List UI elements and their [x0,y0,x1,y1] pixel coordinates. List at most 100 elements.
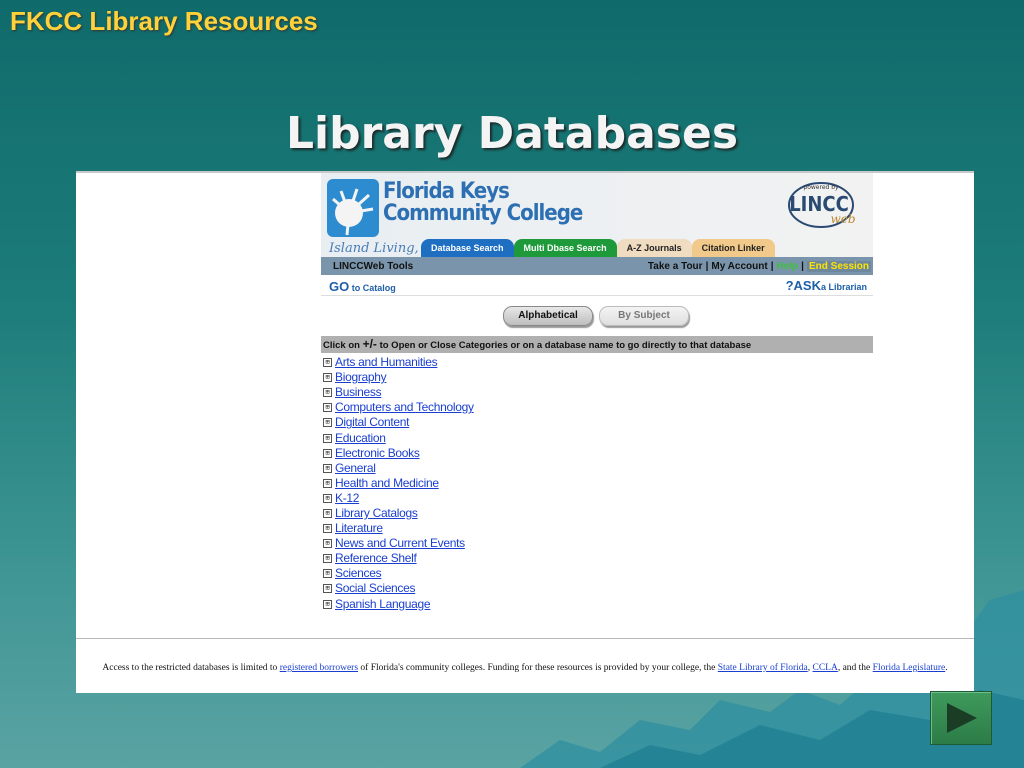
list-item: ⊞ Library Catalogs [323,506,873,521]
footer-part: of Florida's community colleges. Funding… [358,663,718,673]
category-link[interactable]: Literature [335,521,383,536]
slide-title: Library Databases [285,108,739,159]
list-item: ⊞ Business [323,385,873,400]
footer-part: . [945,663,948,673]
site-subbar: GO to Catalog ?ASKa Librarian [321,275,873,296]
category-link[interactable]: General [335,461,376,476]
mode-buttons: Alphabetical By Subject [321,296,873,336]
expand-icon[interactable]: ⊞ [323,358,332,368]
footer-text: Access to the restricted databases is li… [76,663,974,673]
next-slide-button[interactable] [930,691,992,745]
registered-borrowers-link[interactable]: registered borrowers [280,663,358,673]
category-link[interactable]: Library Catalogs [335,506,418,521]
category-link[interactable]: Education [335,431,386,446]
list-item: ⊞ Health and Medicine [323,476,873,491]
site-banner: Florida Keys Community College Island Li… [321,173,873,257]
list-item: ⊞ News and Current Events [323,536,873,551]
instructions-suffix: to Open or Close Categories or on a data… [376,340,752,351]
expand-icon[interactable]: ⊞ [323,418,332,428]
category-link[interactable]: News and Current Events [335,536,465,551]
expand-icon[interactable]: ⊞ [323,508,332,518]
expand-icon[interactable]: ⊞ [323,373,332,383]
category-link[interactable]: Biography [335,370,387,385]
site-toolbar: LINCCWeb Tools Take a Tour | My Account | He… [321,257,873,275]
help-link[interactable]: Help [777,261,799,272]
librarian-text: a Librarian [820,282,867,292]
tab-az-journals[interactable]: A-Z Journals [616,239,692,257]
toolbar-label: LINCCWeb Tools [333,260,414,272]
logo-tagline: Island Living, I [329,241,428,256]
list-item: ⊞ Electronic Books [323,446,873,461]
take-tour-link[interactable]: Take a Tour [648,261,703,272]
expand-icon[interactable]: ⊞ [323,448,332,458]
toolbar-separator: | [705,260,709,272]
category-link[interactable]: Reference Shelf [335,551,417,566]
expand-icon[interactable]: ⊞ [323,403,332,413]
tab-database-search[interactable]: Database Search [421,239,514,257]
category-link[interactable]: Spanish Language [335,597,431,612]
play-arrow-icon [947,703,977,733]
list-item: ⊞ Biography [323,370,873,385]
state-library-link[interactable]: State Library of Florida [718,663,808,673]
logo-line-1: Florida Keys [383,179,510,204]
category-link[interactable]: Business [335,385,382,400]
toolbar-separator: | [801,260,804,272]
florida-legislature-link[interactable]: Florida Legislature [873,663,946,673]
expand-icon[interactable]: ⊞ [323,539,332,549]
list-item: ⊞ Arts and Humanities [323,355,873,370]
list-item: ⊞ K-12 [323,491,873,506]
category-link[interactable]: Sciences [335,566,382,581]
catalog-text: to Catalog [349,283,396,293]
ccla-link[interactable]: CCLA [812,663,837,673]
list-item: ⊞ Reference Shelf [323,551,873,566]
site-tabs: Database Search Multi Dbase Search A-Z J… [421,239,775,257]
list-item: ⊞ Social Sciences [323,581,873,596]
footer-part: Access to the restricted databases is li… [102,663,280,673]
go-to-catalog-link[interactable]: GO to Catalog [329,279,396,294]
instructions-bar: Click on +/- to Open or Close Categories… [321,336,873,353]
expand-icon[interactable]: ⊞ [323,569,332,579]
category-link[interactable]: Arts and Humanities [335,355,438,370]
category-link[interactable]: Social Sciences [335,581,416,596]
category-link[interactable]: Digital Content [335,415,410,430]
badge-powered-by: powered by [803,184,839,191]
alphabetical-button[interactable]: Alphabetical [503,306,593,326]
expand-icon[interactable]: ⊞ [323,599,332,609]
category-link[interactable]: Electronic Books [335,446,420,461]
logo-line-2: Community College [383,201,583,226]
end-session-link[interactable]: End Session [806,260,871,272]
database-site: Florida Keys Community College Island Li… [321,173,873,612]
go-text: GO [329,279,350,294]
tab-multi-dbase-search[interactable]: Multi Dbase Search [513,239,617,257]
by-subject-button[interactable]: By Subject [599,306,689,326]
list-item: ⊞ Computers and Technology [323,400,873,415]
list-item: ⊞ Literature [323,521,873,536]
lincc-web-badge: powered by LINCC web [788,182,856,228]
badge-web: web [830,212,855,226]
ask-text: ?ASK [785,278,821,293]
category-link[interactable]: K-12 [335,491,359,506]
list-item: ⊞ Sciences [323,566,873,581]
ask-a-librarian-link[interactable]: ?ASKa Librarian [786,278,867,293]
footer-divider [76,638,974,639]
expand-icon[interactable]: ⊞ [323,554,332,564]
expand-icon[interactable]: ⊞ [323,493,332,503]
expand-icon[interactable]: ⊞ [323,433,332,443]
toolbar-links: Take a Tour | My Account | Help | End Session [648,260,873,272]
toolbar-separator: | [770,260,774,272]
palm-logo-icon [327,179,379,237]
category-link[interactable]: Health and Medicine [335,476,439,491]
expand-icon[interactable]: ⊞ [323,584,332,594]
expand-icon[interactable]: ⊞ [323,463,332,473]
expand-icon[interactable]: ⊞ [323,388,332,398]
list-item: ⊞ Education [323,430,873,445]
category-list: ⊞ Arts and Humanities ⊞ Biography ⊞ Busines… [321,355,873,612]
expand-icon[interactable]: ⊞ [323,478,332,488]
website-screenshot: Florida Keys Community College Island Li… [76,171,974,693]
my-account-link[interactable]: My Account [711,261,767,272]
plus-minus-symbol: +/- [362,337,377,351]
category-link[interactable]: Computers and Technology [335,400,474,415]
tab-citation-linker[interactable]: Citation Linker [691,239,775,257]
list-item: ⊞ General [323,461,873,476]
expand-icon[interactable]: ⊞ [323,524,332,534]
